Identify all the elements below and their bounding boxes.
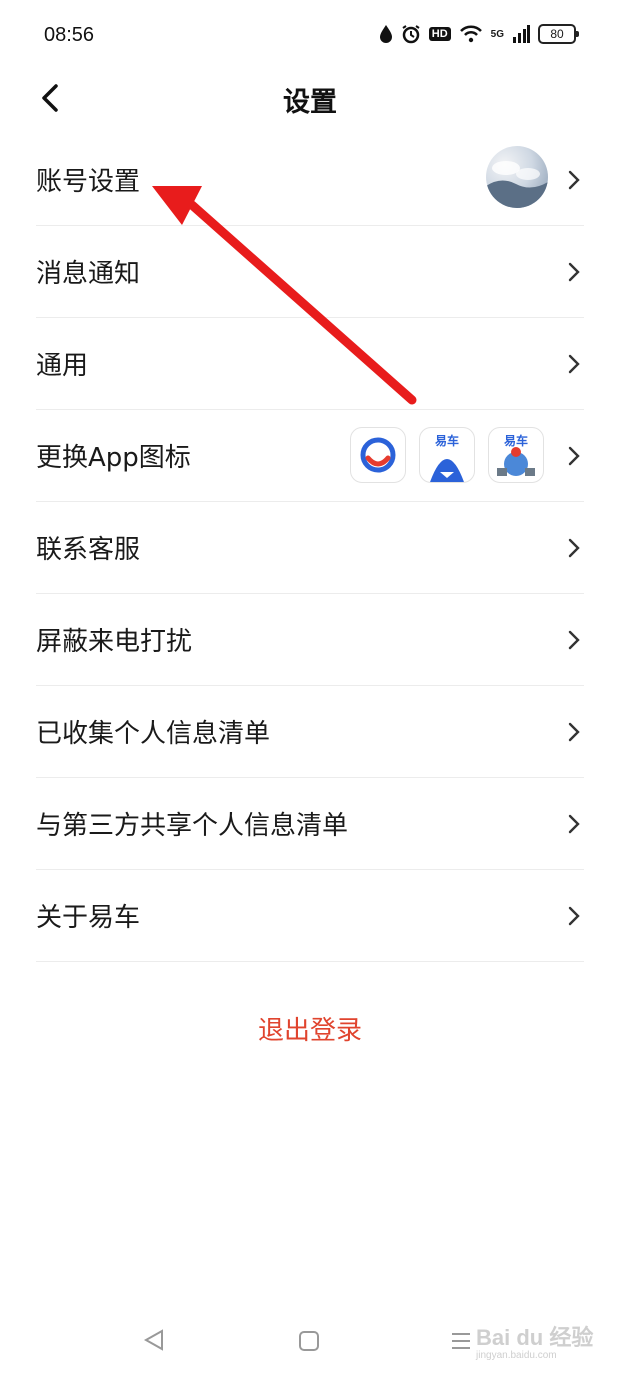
avatar	[486, 146, 548, 208]
chevron-right-icon	[568, 262, 580, 281]
settings-item-label: 联系客服	[36, 535, 141, 565]
settings-item-third-party-info[interactable]: 与第三方共享个人信息清单	[36, 778, 584, 870]
logout-button[interactable]: 退出登录	[0, 1010, 620, 1047]
settings-item-label: 通用	[36, 351, 89, 381]
chevron-right-icon	[568, 446, 580, 465]
settings-item-account[interactable]: 账号设置	[36, 134, 584, 226]
page-header: 设置	[0, 70, 620, 126]
watermark: Bai du 经验	[476, 1325, 594, 1350]
settings-item-label: 与第三方共享个人信息清单	[36, 811, 349, 841]
settings-list: 账号设置 消息通知 通用 更换App图标 易车 易车 联系客服 屏蔽来电打扰 已…	[36, 134, 584, 962]
settings-item-label: 已收集个人信息清单	[36, 719, 271, 749]
nav-menu-icon[interactable]	[450, 1330, 472, 1352]
yiche-shark-icon[interactable]: 易车	[419, 427, 475, 483]
watermark-sub: jingyan.baidu.com	[476, 1350, 557, 1361]
wifi-icon	[459, 25, 482, 43]
system-nav-bar: Bai du 经验 jingyan.baidu.com	[0, 1300, 620, 1386]
settings-item-collected-info[interactable]: 已收集个人信息清单	[36, 686, 584, 778]
alarm-icon	[402, 25, 420, 44]
network-type: 5G	[490, 28, 504, 40]
page-title: 设置	[283, 87, 337, 118]
chevron-right-icon	[568, 722, 580, 741]
settings-item-label: 关于易车	[36, 903, 141, 933]
settings-item-label: 消息通知	[36, 259, 141, 289]
nav-home-icon[interactable]	[298, 1330, 320, 1352]
settings-item-block-calls[interactable]: 屏蔽来电打扰	[36, 594, 584, 686]
chevron-right-icon	[568, 538, 580, 557]
chevron-right-icon	[568, 630, 580, 649]
yiche-logo-icon[interactable]	[350, 427, 406, 483]
chevron-right-icon	[568, 170, 580, 189]
battery-indicator: 80	[538, 24, 579, 44]
settings-item-general[interactable]: 通用	[36, 318, 584, 410]
settings-item-about[interactable]: 关于易车	[36, 870, 584, 962]
chevron-right-icon	[568, 906, 580, 925]
hd-badge: HD	[428, 27, 451, 41]
app-icon-brand: 易车	[503, 434, 528, 448]
settings-item-app-icon[interactable]: 更换App图标 易车 易车	[36, 410, 584, 502]
settings-item-notifications[interactable]: 消息通知	[36, 226, 584, 318]
chevron-right-icon	[568, 814, 580, 833]
status-bar: 08:56 HD 5G 80	[0, 0, 620, 70]
water-drop-icon	[379, 25, 392, 43]
settings-item-label: 屏蔽来电打扰	[36, 627, 193, 657]
nav-back-icon[interactable]	[142, 1328, 166, 1352]
signal-icon	[513, 25, 530, 43]
settings-item-customer-service[interactable]: 联系客服	[36, 502, 584, 594]
app-icon-options: 易车 易车	[350, 427, 544, 483]
chevron-right-icon	[568, 354, 580, 373]
settings-item-label: 更换App图标	[36, 443, 191, 473]
status-time: 08:56	[44, 24, 95, 46]
status-icons: HD 5G 80	[379, 24, 579, 44]
yiche-festival-icon[interactable]: 易车	[488, 427, 544, 483]
app-icon-brand: 易车	[434, 434, 459, 448]
settings-item-label: 账号设置	[36, 167, 141, 197]
